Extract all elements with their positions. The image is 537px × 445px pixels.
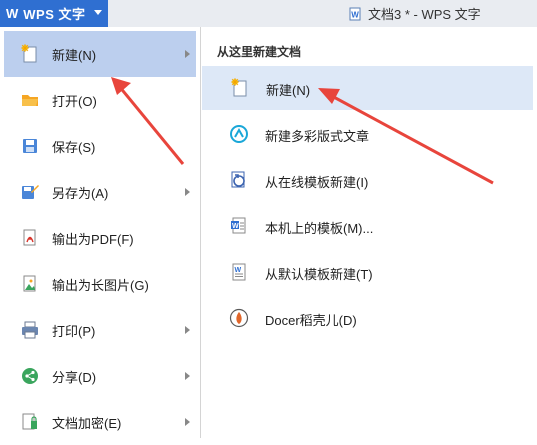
file-menu: 新建(N) 打开(O) 保存(S) 另存为(A) 输出为PDF(F) 输出为长图… (0, 27, 201, 438)
menu-item-print[interactable]: 打印(P) (4, 307, 196, 353)
title-bar: W WPS 文字 W 文档3 * - WPS 文字 (0, 0, 537, 27)
colorful-article-icon (230, 125, 248, 143)
default-template-icon: W (232, 263, 246, 281)
submenu-item-new[interactable]: 新建(N) (202, 66, 533, 110)
menu-item-save-as[interactable]: 另存为(A) (4, 169, 196, 215)
menu-item-open[interactable]: 打开(O) (4, 77, 196, 123)
menu-item-new[interactable]: 新建(N) (4, 31, 196, 77)
submenu-item-label: 从默认模板新建(T) (265, 267, 373, 282)
save-as-icon (22, 185, 39, 199)
menu-item-export-pdf[interactable]: 输出为PDF(F) (4, 215, 196, 261)
chevron-right-icon (185, 326, 190, 334)
document-title-text: 文档3 * - WPS 文字 (368, 7, 481, 22)
chevron-right-icon (185, 372, 190, 380)
new-doc-icon (231, 78, 247, 97)
submenu-item-label: Docer稻壳儿(D) (265, 313, 357, 328)
folder-icon (22, 95, 38, 106)
document-icon: W (349, 7, 361, 20)
svg-text:W: W (235, 267, 242, 274)
submenu-item-colorful-article[interactable]: 新建多彩版式文章 (201, 112, 533, 156)
menu-item-label: 打开(O) (52, 93, 97, 109)
document-title: W 文档3 * - WPS 文字 (348, 0, 481, 27)
menu-item-label: 保存(S) (52, 139, 96, 155)
app-menu-button[interactable]: W WPS 文字 (0, 0, 108, 27)
svg-text:W: W (232, 223, 239, 230)
menu-item-encrypt[interactable]: 文档加密(E) (4, 399, 196, 445)
submenu-item-label: 新建(N) (266, 83, 311, 98)
menu-item-label: 另存为(A) (52, 185, 109, 201)
submenu-item-label: 本机上的模板(M)... (265, 221, 374, 236)
menu-item-label: 输出为长图片(G) (52, 277, 149, 293)
submenu-item-online-template[interactable]: 从在线模板新建(I) (201, 158, 533, 202)
app-name-label: WPS 文字 (23, 7, 86, 22)
chevron-right-icon (185, 188, 190, 196)
local-template-icon: W (231, 217, 246, 234)
lock-icon (22, 413, 37, 430)
submenu-heading: 从这里新建文档 (217, 45, 302, 59)
menu-item-label: 分享(D) (52, 369, 97, 385)
image-icon (23, 275, 36, 292)
menu-item-export-image[interactable]: 输出为长图片(G) (4, 261, 196, 307)
docer-icon (229, 308, 249, 328)
online-template-icon (231, 171, 245, 188)
share-icon (22, 368, 38, 384)
menu-item-label: 输出为PDF(F) (52, 231, 134, 247)
wps-logo-icon: W (6, 6, 19, 21)
submenu-item-label: 从在线模板新建(I) (265, 175, 369, 190)
menu-item-label: 文档加密(E) (52, 415, 122, 431)
save-icon (23, 139, 37, 153)
submenu-item-local-template[interactable]: W 本机上的模板(M)... (201, 204, 533, 248)
new-doc-icon (21, 44, 37, 63)
menu-item-label: 新建(N) (52, 47, 97, 63)
submenu-item-label: 新建多彩版式文章 (265, 129, 370, 144)
menu-item-label: 打印(P) (52, 323, 96, 339)
svg-text:W: W (351, 10, 359, 19)
chevron-right-icon (185, 418, 190, 426)
submenu-item-docer[interactable]: Docer稻壳儿(D) (201, 296, 533, 340)
submenu-item-default-template[interactable]: W 从默认模板新建(T) (201, 250, 533, 294)
printer-icon (22, 321, 38, 339)
pdf-icon (23, 229, 36, 246)
menu-item-save[interactable]: 保存(S) (4, 123, 196, 169)
new-submenu: 从这里新建文档 新建(N) 新建多彩版式文章 从在线模板新建(I) W 本机上的… (201, 27, 537, 438)
chevron-down-icon (94, 10, 102, 15)
menu-item-share[interactable]: 分享(D) (4, 353, 196, 399)
chevron-right-icon (185, 50, 190, 58)
